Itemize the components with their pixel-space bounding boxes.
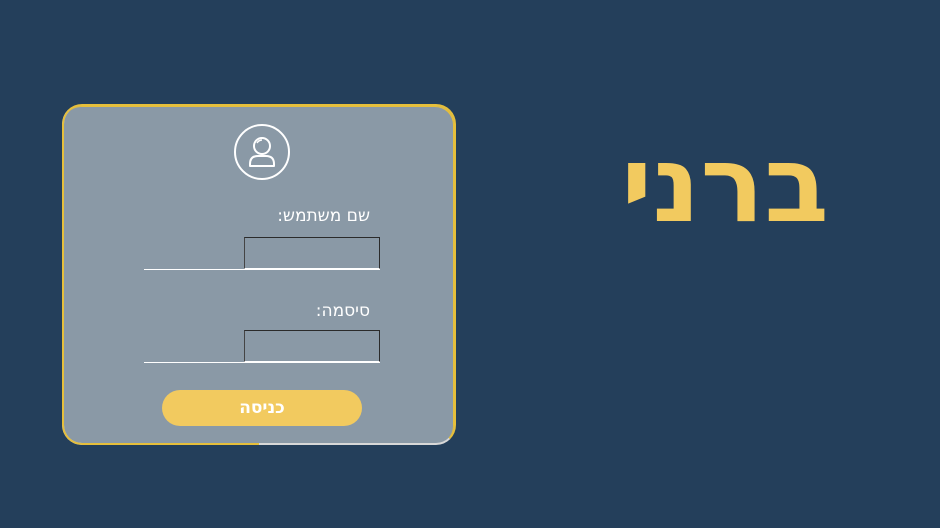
brand-title: ברני <box>621 123 829 246</box>
username-underline <box>144 269 380 270</box>
login-card: שם משתמש: סיסמה: כניסה <box>62 104 456 445</box>
password-input[interactable] <box>244 330 380 362</box>
password-label: סיסמה: <box>315 301 370 321</box>
user-icon <box>234 124 290 180</box>
username-input[interactable] <box>244 237 380 269</box>
page: ברני שם משתמש: סיסמה: כניסה <box>0 0 940 528</box>
password-underline <box>144 362 380 363</box>
user-icon-glyph <box>249 137 275 167</box>
login-button[interactable]: כניסה <box>162 390 362 426</box>
username-field-wrap <box>144 237 380 271</box>
password-field-wrap <box>144 330 380 364</box>
username-label: שם משתמש: <box>277 206 370 226</box>
